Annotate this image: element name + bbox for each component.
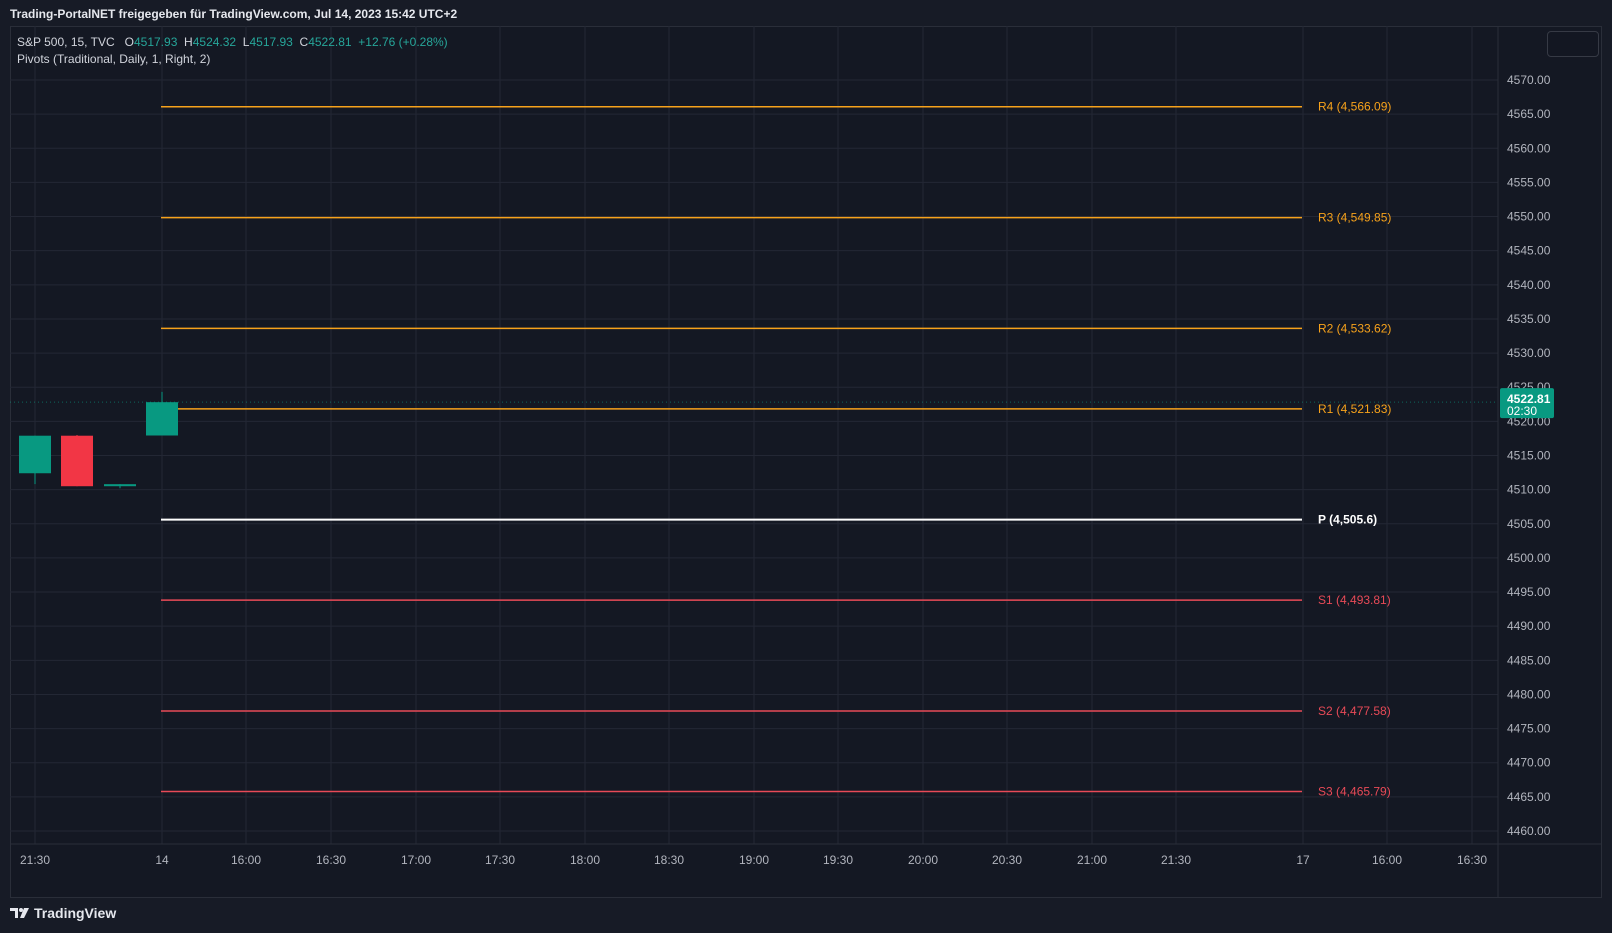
pivot-label-r1: R1 (4,521.83): [1318, 402, 1391, 416]
high-label: H: [184, 35, 193, 49]
chart-canvas[interactable]: 4460.00 4465.00 4470.00 4475.00 4480.00 4485.…: [10, 26, 1602, 898]
close-value: 4522.81: [308, 35, 352, 49]
x-tick-label: 17: [1296, 853, 1310, 867]
candle-body: [61, 435, 93, 487]
candle-body: [146, 402, 178, 436]
x-tick-label: 18:00: [570, 853, 600, 867]
candle-body: [104, 484, 136, 487]
y-tick-label: 4545.00: [1507, 244, 1551, 258]
y-tick-label: 4540.00: [1507, 278, 1551, 292]
footer-brand: TradingView: [10, 905, 116, 921]
close-label: C: [299, 35, 309, 49]
bar-countdown: 02:30: [1507, 404, 1537, 418]
open-value: 4517.93: [133, 35, 178, 49]
y-tick-label: 4560.00: [1507, 141, 1551, 155]
y-tick-label: 4510.00: [1507, 483, 1551, 497]
y-tick-label: 4565.00: [1507, 107, 1551, 121]
pivot-label-p: P (4,505.6): [1318, 513, 1377, 527]
y-tick-label: 4460.00: [1507, 824, 1551, 838]
x-tick-label: 19:00: [739, 853, 769, 867]
x-tick-label: 16:30: [316, 853, 346, 867]
y-tick-label: 4490.00: [1507, 619, 1551, 633]
pivot-label-s2: S2 (4,477.58): [1318, 704, 1391, 718]
chart-control-box[interactable]: [1547, 31, 1599, 57]
x-tick-label: 17:30: [485, 853, 515, 867]
x-tick-label: 16:30: [1457, 853, 1487, 867]
y-tick-label: 4475.00: [1507, 722, 1551, 736]
y-tick-label: 4505.00: [1507, 517, 1551, 531]
y-tick-label: 4480.00: [1507, 687, 1551, 701]
pivot-label-s3: S3 (4,465.79): [1318, 784, 1391, 798]
y-tick-label: 4570.00: [1507, 73, 1551, 87]
x-tick-label: 16:00: [1372, 853, 1402, 867]
indicator-label[interactable]: Pivots (Traditional, Daily, 1, Right, 2): [17, 51, 448, 68]
symbol-label[interactable]: S&P 500, 15, TVC: [17, 35, 115, 49]
x-tick-label: 20:30: [992, 853, 1022, 867]
x-tick-label: 16:00: [231, 853, 261, 867]
y-tick-label: 4550.00: [1507, 210, 1551, 224]
pivot-label-r2: R2 (4,533.62): [1318, 321, 1391, 335]
x-tick-label: 21:30: [1161, 853, 1191, 867]
x-tick-label: 19:30: [823, 853, 853, 867]
change-value: +12.76 (+0.28%): [358, 35, 448, 49]
high-value: 4524.32: [192, 35, 237, 49]
pivot-label-r4: R4 (4,566.09): [1318, 100, 1391, 114]
x-tick-label: 21:00: [1077, 853, 1107, 867]
y-tick-label: 4530.00: [1507, 346, 1551, 360]
open-label: O: [124, 35, 134, 49]
chart-caption: Trading-PortalNET freigegeben für Tradin…: [10, 7, 458, 21]
tradingview-logo-icon: [10, 908, 29, 918]
pivot-label-r3: R3 (4,549.85): [1318, 211, 1391, 225]
y-tick-label: 4535.00: [1507, 312, 1551, 326]
x-tick-label: 18:30: [654, 853, 684, 867]
chart-legend: S&P 500, 15, TVC O4517.93 H4524.32 L4517…: [17, 34, 448, 68]
x-tick-label: 21:30: [20, 853, 50, 867]
y-tick-label: 4515.00: [1507, 449, 1551, 463]
brand-name: TradingView: [34, 905, 117, 921]
pivot-label-s1: S1 (4,493.81): [1318, 593, 1391, 607]
y-tick-label: 4555.00: [1507, 175, 1551, 189]
y-tick-label: 4465.00: [1507, 790, 1551, 804]
x-tick-label: 17:00: [401, 853, 431, 867]
y-tick-label: 4500.00: [1507, 551, 1551, 565]
candle-body: [19, 435, 51, 474]
y-tick-label: 4470.00: [1507, 756, 1551, 770]
ohlc-row: S&P 500, 15, TVC O4517.93 H4524.32 L4517…: [17, 34, 448, 51]
x-tick-label: 20:00: [908, 853, 938, 867]
y-tick-label: 4495.00: [1507, 585, 1551, 599]
x-tick-label: 14: [155, 853, 169, 867]
y-tick-label: 4485.00: [1507, 653, 1551, 667]
low-value: 4517.93: [249, 35, 293, 49]
